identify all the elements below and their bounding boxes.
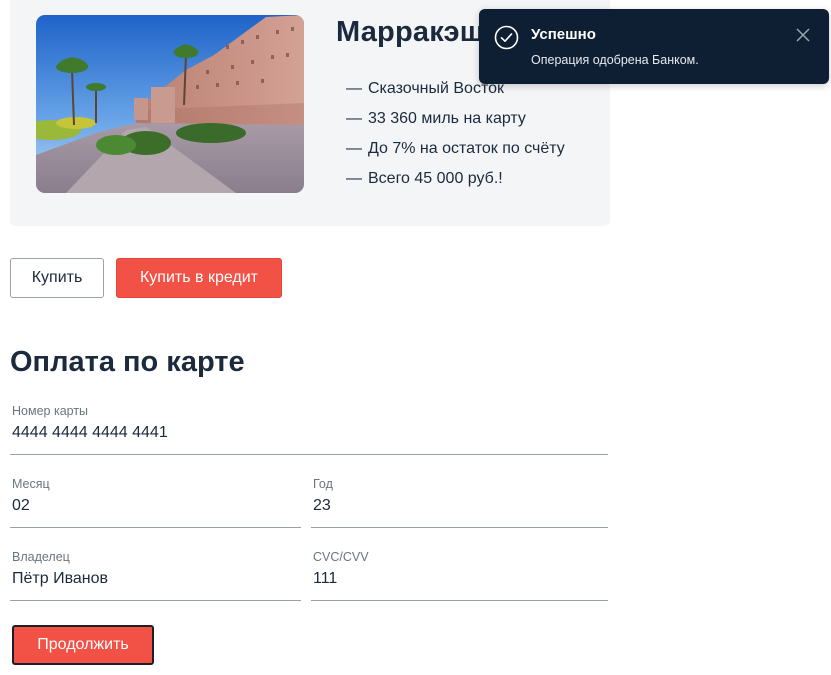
year-input[interactable]: 23 [313,497,331,515]
notification-title: Успешно [531,26,596,43]
month-field[interactable]: Месяц 02 [10,477,301,528]
owner-input[interactable]: Пётр Иванов [12,570,108,588]
year-label: Год [313,477,333,491]
feature-item: —33 360 миль на карту [346,110,526,127]
feature-item: — Всего 45 000 руб.! [346,170,503,187]
cvc-label: CVC/CVV [313,550,369,564]
marrakesh-photo [36,15,304,193]
feature-item: — До 7% на остаток по счёту [346,140,565,157]
month-input[interactable]: 02 [12,497,30,515]
close-icon[interactable] [795,27,811,43]
year-field[interactable]: Год 23 [311,477,608,528]
check-circle-icon [494,25,519,50]
owner-label: Владелец [12,550,70,564]
month-label: Месяц [12,477,50,491]
card-number-input[interactable]: 4444 4444 4444 4441 [12,424,168,442]
owner-field[interactable]: Владелец Пётр Иванов [10,550,301,601]
continue-button[interactable]: Продолжить [12,625,154,665]
product-features: — Сказочный Восток —33 360 миль на карту … [346,74,565,194]
product-title: Марракэш [336,16,485,48]
payment-section-title: Оплата по карте [10,346,245,378]
buy-credit-button[interactable]: Купить в кредит [116,258,282,298]
card-number-field[interactable]: Номер карты 4444 4444 4444 4441 [10,404,608,455]
buy-button[interactable]: Купить [10,258,104,298]
success-notification: Успешно Операция одобрена Банком. [479,9,829,84]
product-image [36,15,304,193]
card-number-label: Номер карты [12,404,89,418]
cvc-field[interactable]: CVC/CVV 111 [311,550,608,601]
notification-message: Операция одобрена Банком. [531,53,699,67]
cvc-input[interactable]: 111 [313,570,337,588]
